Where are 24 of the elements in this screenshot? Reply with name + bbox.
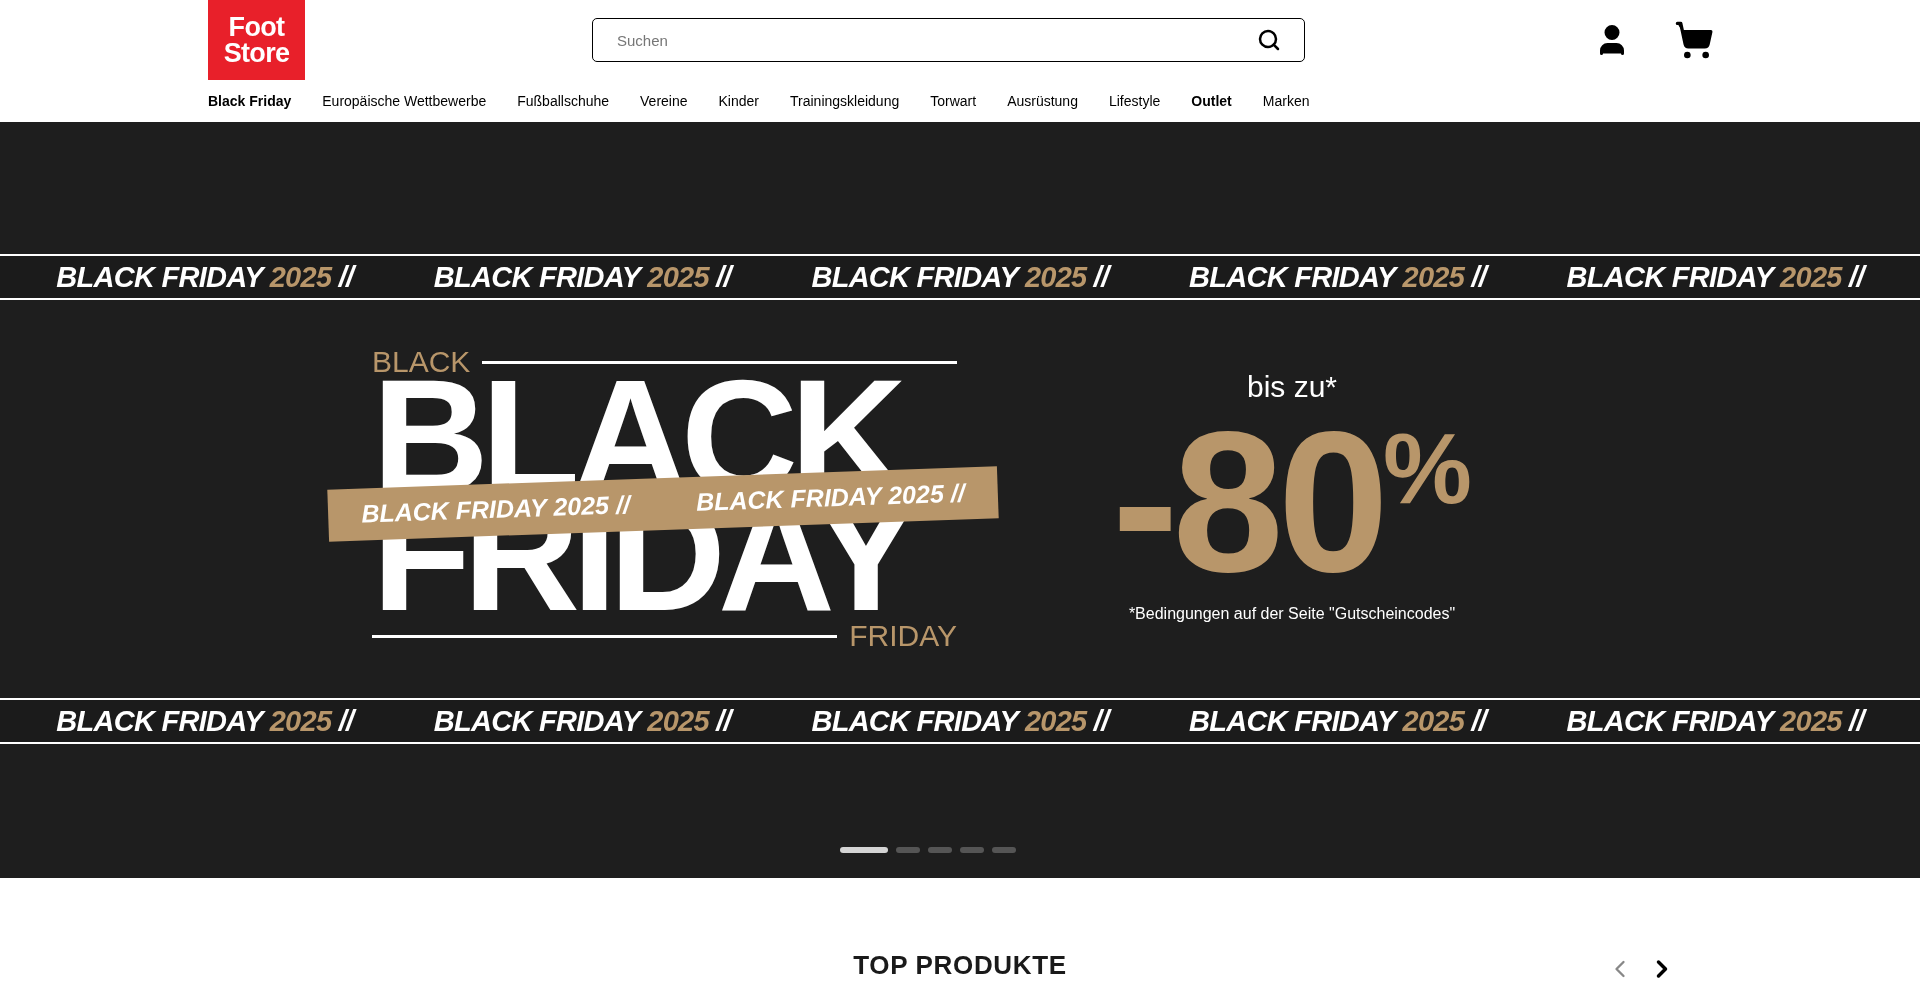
nav-link[interactable]: Outlet bbox=[1191, 90, 1232, 112]
logo[interactable]: Foot Store bbox=[208, 0, 305, 80]
slide-indicator[interactable] bbox=[960, 847, 984, 853]
nav-link[interactable]: Black Friday bbox=[208, 90, 292, 112]
slide-indicator[interactable] bbox=[992, 847, 1016, 853]
discount-text: -80% bbox=[1112, 402, 1472, 602]
footnote-text: *Bedingungen auf der Seite "Gutscheincodes" bbox=[1128, 604, 1456, 624]
nav-link[interactable]: Kinder bbox=[718, 90, 759, 112]
nav-link[interactable]: Europäische Wettbewerbe bbox=[322, 90, 487, 112]
cart-icon[interactable] bbox=[1674, 20, 1714, 60]
nav-link[interactable]: Lifestyle bbox=[1108, 90, 1161, 112]
section-title: TOP PRODUKTE bbox=[853, 949, 1067, 982]
slide-indicator[interactable] bbox=[840, 847, 888, 853]
nav-link[interactable]: Vereine bbox=[640, 90, 688, 112]
slide-indicator[interactable] bbox=[896, 847, 920, 853]
search-icon[interactable] bbox=[1257, 28, 1281, 52]
nav-link[interactable]: Marken bbox=[1262, 90, 1310, 112]
nav-link[interactable]: Ausrüstung bbox=[1007, 90, 1078, 112]
lead-text: bis zu* bbox=[1246, 372, 1337, 402]
nav-link[interactable]: Torwart bbox=[930, 90, 977, 112]
nav-link[interactable]: Trainingskleidung bbox=[790, 90, 900, 112]
search-field[interactable]: Suchen bbox=[592, 18, 1305, 62]
nav-link[interactable]: Fußballschuhe bbox=[517, 90, 610, 112]
slide-indicator[interactable] bbox=[928, 847, 952, 853]
